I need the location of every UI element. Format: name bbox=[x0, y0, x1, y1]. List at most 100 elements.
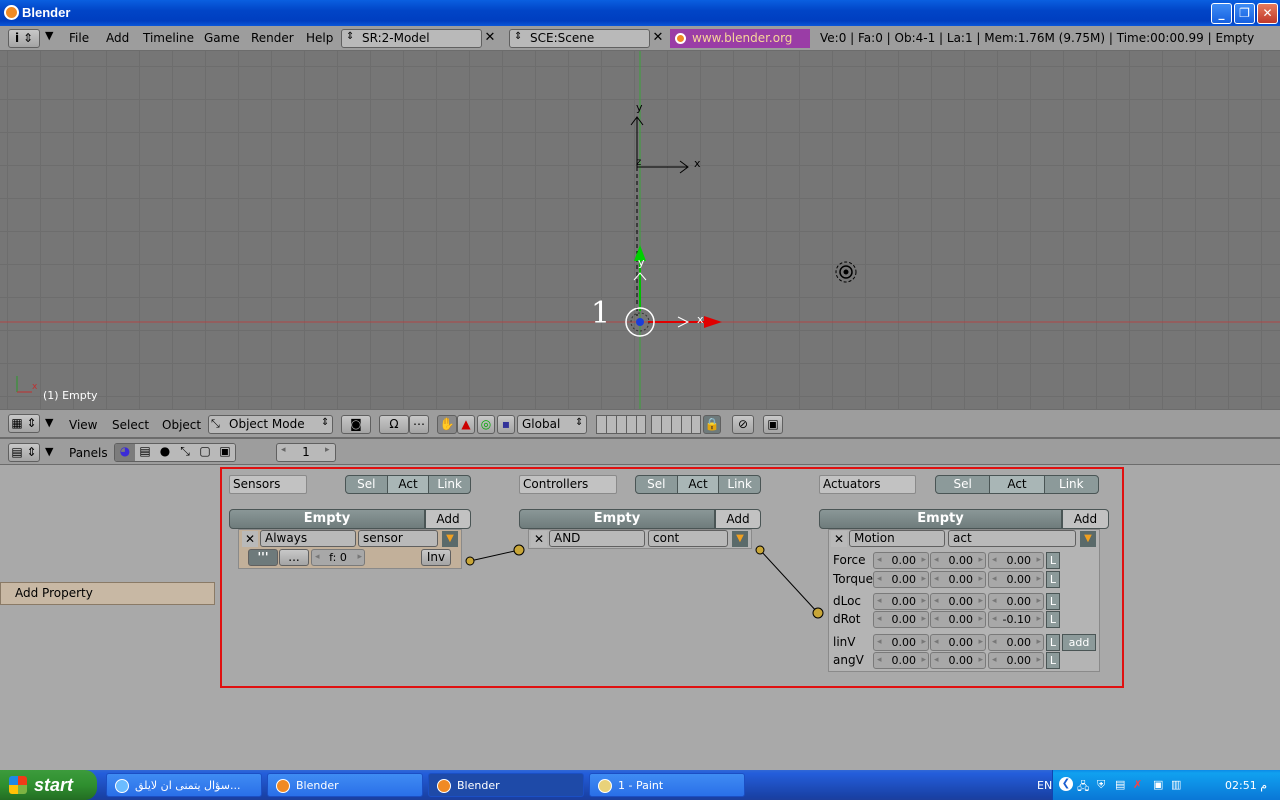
lock-button[interactable]: 🔒 bbox=[703, 415, 721, 434]
screen-selector[interactable]: SR:2-Model bbox=[341, 29, 482, 48]
link-icon: ⊘ bbox=[737, 417, 749, 431]
language-indicator[interactable]: EN bbox=[1037, 779, 1052, 792]
circle-icon: ◎ bbox=[480, 417, 492, 431]
window-title-bar: Blender _ ❐ ✕ bbox=[0, 0, 1280, 26]
layers-group-2[interactable] bbox=[651, 415, 701, 434]
mode-selector[interactable]: Object Mode bbox=[208, 415, 333, 434]
info-header: i ⇕ ▼ File Add Timeline Game Render Help… bbox=[0, 26, 1280, 64]
mode-arrows-icon: ⇕ bbox=[321, 417, 330, 428]
empty-x-label: x bbox=[694, 157, 701, 170]
logic-context-tab[interactable]: ◕ bbox=[115, 444, 135, 461]
menu-render[interactable]: Render bbox=[251, 31, 294, 45]
scale-manipulator[interactable]: ▪ bbox=[497, 415, 515, 434]
draw-type-selector[interactable]: ◙ bbox=[341, 415, 371, 434]
buttons-header: ▤ ⇕ ▼ Panels ◕ ▤ ● ⤡ ▢ ▣ 1 ◂ ▸ bbox=[0, 438, 1280, 465]
system-tray: EN ❮ 🖧 ⛨ ▤ ✗ ▣ ▥ 02:51 م bbox=[1037, 770, 1280, 800]
tray-monitor-icon[interactable]: ▣ bbox=[1153, 778, 1163, 791]
taskbar-task-label: Blender bbox=[296, 779, 339, 792]
collapse-menu-icon[interactable]: ▼ bbox=[45, 29, 53, 42]
view3d-editor-type[interactable]: ▦ ⇕ bbox=[8, 414, 40, 433]
tray-folder-icon[interactable]: ▤ bbox=[1115, 778, 1125, 791]
scene-stats: Ve:0 | Fa:0 | Ob:4-1 | La:1 | Mem:1.76M … bbox=[820, 31, 1255, 45]
frame-left-arrow-icon[interactable]: ◂ bbox=[281, 445, 286, 455]
grid-icon: ▦ bbox=[11, 416, 23, 430]
close-button[interactable]: ✕ bbox=[1257, 3, 1278, 24]
rotate-manipulator[interactable]: ◎ bbox=[477, 415, 495, 434]
opengl-render-button[interactable]: ⊘ bbox=[732, 415, 754, 434]
manipulator-x-label: x bbox=[697, 313, 704, 326]
view3d-collapse-icon[interactable]: ▼ bbox=[45, 416, 53, 429]
view3d-header: ▦ ⇕ ▼ View Select Object Object Mode ⤡ ⇕… bbox=[0, 409, 1280, 438]
delete-scene-icon[interactable]: ✕ bbox=[651, 31, 665, 45]
frame-number: 1 bbox=[302, 445, 310, 459]
lock-icon: 🔒 bbox=[704, 417, 720, 431]
menu-timeline[interactable]: Timeline bbox=[143, 31, 194, 45]
taskbar-task-label: Blender bbox=[457, 779, 500, 792]
tray-arrow-icon[interactable]: ❮ bbox=[1059, 777, 1073, 791]
blender-icon bbox=[276, 779, 290, 793]
delete-screen-icon[interactable]: ✕ bbox=[483, 31, 497, 45]
frame-right-arrow-icon[interactable]: ▸ bbox=[325, 445, 330, 455]
tray-antivirus-icon[interactable]: ✗ bbox=[1133, 778, 1142, 791]
manipulator-toggle[interactable]: ✋ bbox=[437, 415, 457, 434]
window-title: Blender bbox=[22, 5, 71, 20]
logic-buttons-area: Add Property Sensors Sel Act Link Empty … bbox=[0, 465, 1280, 770]
scene-selector[interactable]: SCE:Scene bbox=[509, 29, 650, 48]
logic-links bbox=[465, 544, 824, 619]
paint-icon bbox=[598, 779, 612, 793]
tray-network-icon[interactable]: 🖧 bbox=[1077, 778, 1089, 797]
ie-icon bbox=[115, 779, 129, 793]
maximize-button[interactable]: ❐ bbox=[1234, 3, 1255, 24]
buttons-collapse-icon[interactable]: ▼ bbox=[45, 445, 53, 458]
sensor-output-socket bbox=[465, 556, 475, 566]
layer-lock-button[interactable]: ⋯ bbox=[409, 415, 429, 434]
layers-group-1[interactable] bbox=[596, 415, 646, 434]
menu-select[interactable]: Select bbox=[112, 418, 149, 432]
taskbar-task-button[interactable]: Blender bbox=[267, 773, 423, 797]
3d-viewport[interactable]: y x z y x 1 x (1) Empty bbox=[0, 51, 1280, 409]
script-context-tab[interactable]: ▤ bbox=[135, 444, 155, 461]
scene-context-tab[interactable]: ▣ bbox=[215, 444, 235, 461]
shading-context-tab[interactable]: ● bbox=[155, 444, 175, 461]
taskbar-task-button[interactable]: سؤال يتمنى ان لايلق... bbox=[106, 773, 262, 797]
translate-manipulator[interactable]: ▲ bbox=[457, 415, 475, 434]
object-mode-icon: ⤡ bbox=[211, 417, 220, 430]
menu-help[interactable]: Help bbox=[306, 31, 333, 45]
blender-url-link[interactable]: www.blender.org 246 bbox=[670, 29, 810, 64]
menu-object[interactable]: Object bbox=[162, 418, 201, 432]
render-preview-button[interactable]: ▣ bbox=[763, 415, 783, 434]
orientation-arrows-icon: ⇕ bbox=[575, 417, 584, 428]
editing-context-tab[interactable]: ▢ bbox=[195, 444, 215, 461]
screen-name: SR:2-Model bbox=[362, 31, 430, 45]
system-clock[interactable]: 02:51 م bbox=[1225, 779, 1267, 792]
object-origin-dot bbox=[636, 318, 644, 326]
sensor-controller-link bbox=[469, 549, 520, 562]
tray-shield-icon[interactable]: ⛨ bbox=[1097, 778, 1105, 792]
orientation-label: Global bbox=[522, 417, 561, 431]
scene-arrows-icon: ⇕ bbox=[514, 31, 523, 42]
menu-game[interactable]: Game bbox=[204, 31, 240, 45]
screen-arrows-icon: ⇕ bbox=[346, 31, 355, 42]
blender-icon bbox=[437, 779, 451, 793]
square-icon: ▪ bbox=[501, 417, 511, 431]
controller-actuator-link bbox=[759, 549, 819, 614]
taskbar-task-button[interactable]: 1 - Paint bbox=[589, 773, 745, 797]
info-icon: i bbox=[15, 31, 20, 45]
empty-z-label: z bbox=[636, 157, 642, 168]
triangle-icon: ▲ bbox=[461, 417, 471, 431]
object-context-tab[interactable]: ⤡ bbox=[175, 444, 195, 461]
taskbar-task-button[interactable]: Blender bbox=[428, 773, 584, 797]
panels-label: Panels bbox=[69, 446, 108, 460]
shading-icon: ◙ bbox=[350, 417, 362, 431]
tray-speaker-icon[interactable]: ▥ bbox=[1171, 778, 1181, 791]
buttons-editor-type[interactable]: ▤ ⇕ bbox=[8, 443, 40, 462]
menu-add[interactable]: Add bbox=[106, 31, 129, 45]
manipulator-y-label: y bbox=[638, 256, 645, 269]
pivot-selector[interactable]: Ω bbox=[379, 415, 409, 434]
picture-icon: ▣ bbox=[767, 417, 779, 431]
minimize-button[interactable]: _ bbox=[1211, 3, 1232, 24]
blender-logo-icon bbox=[675, 33, 686, 44]
menu-file[interactable]: File bbox=[69, 31, 89, 45]
menu-view[interactable]: View bbox=[69, 418, 97, 432]
editor-type-selector[interactable]: i ⇕ bbox=[8, 29, 40, 48]
